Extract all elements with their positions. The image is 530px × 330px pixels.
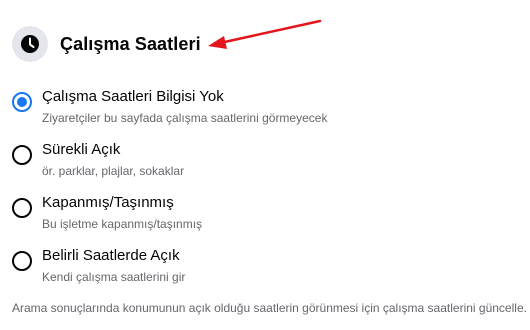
radio-no-hours[interactable] xyxy=(12,92,32,112)
option-description: Kendi çalışma saatlerini gir xyxy=(42,270,186,284)
radio-closed-moved[interactable] xyxy=(12,198,32,218)
option-specific-hours[interactable]: Belirli Saatlerde Açık Kendi çalışma saa… xyxy=(12,241,522,294)
option-texts: Belirli Saatlerde Açık Kendi çalışma saa… xyxy=(42,241,185,285)
radio-dot xyxy=(17,97,27,107)
option-description: Bu işletme kapanmış/taşınmış xyxy=(42,217,203,231)
option-always-open[interactable]: Sürekli Açık ör. parklar, plajlar, sokak… xyxy=(12,135,522,188)
clock-icon-container xyxy=(12,26,48,62)
option-label: Belirli Saatlerde Açık xyxy=(42,247,180,264)
radio-always-open[interactable] xyxy=(12,145,32,165)
radio-specific-hours[interactable] xyxy=(12,251,32,271)
option-no-hours[interactable]: Çalışma Saatleri Bilgisi Yok Ziyaretçile… xyxy=(12,82,522,135)
footer-note: Arama sonuçlarında konumunun açık olduğu… xyxy=(12,301,527,315)
clock-icon xyxy=(21,35,39,53)
option-label: Sürekli Açık xyxy=(42,141,121,158)
option-texts: Çalışma Saatleri Bilgisi Yok Ziyaretçile… xyxy=(42,82,327,126)
section-header: Çalışma Saatleri xyxy=(12,26,201,62)
option-texts: Sürekli Açık ör. parklar, plajlar, sokak… xyxy=(42,135,184,179)
option-label: Kapanmış/Taşınmış xyxy=(42,194,174,211)
section-title: Çalışma Saatleri xyxy=(60,33,201,54)
option-closed-moved[interactable]: Kapanmış/Taşınmış Bu işletme kapanmış/ta… xyxy=(12,188,522,241)
hours-options: Çalışma Saatleri Bilgisi Yok Ziyaretçile… xyxy=(12,82,522,294)
option-texts: Kapanmış/Taşınmış Bu işletme kapanmış/ta… xyxy=(42,188,202,232)
option-description: ör. parklar, plajlar, sokaklar xyxy=(42,164,185,178)
annotation-arrow xyxy=(208,19,322,49)
option-description: Ziyaretçiler bu sayfada çalışma saatleri… xyxy=(42,111,328,125)
option-label: Çalışma Saatleri Bilgisi Yok xyxy=(42,88,224,105)
